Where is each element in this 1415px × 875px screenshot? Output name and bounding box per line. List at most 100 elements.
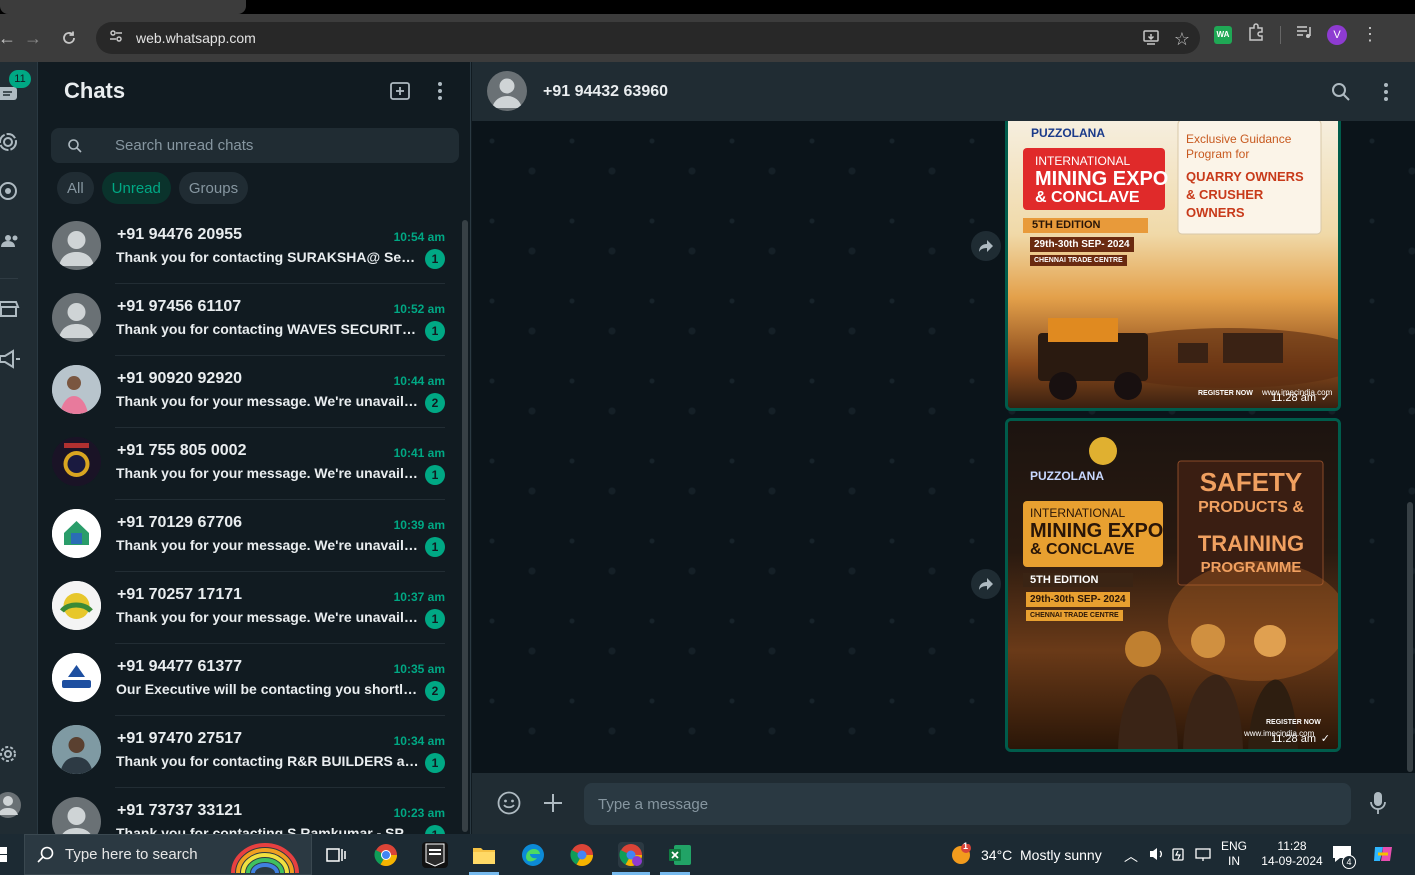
- start-windows-icon[interactable]: [0, 847, 8, 868]
- filter-chip-groups[interactable]: Groups: [178, 172, 249, 204]
- search-highlight-rainbow-icon: [231, 843, 299, 874]
- attach-plus-icon[interactable]: [542, 792, 564, 819]
- unread-badge: 1: [425, 249, 445, 269]
- channels-icon[interactable]: [0, 180, 22, 202]
- epic-games-icon[interactable]: [422, 842, 448, 868]
- weather-text[interactable]: Mostly sunny: [1020, 847, 1102, 863]
- wa-extension-icon[interactable]: WA: [1214, 25, 1232, 44]
- search-messages-icon[interactable]: [1331, 82, 1351, 107]
- profile-avatar-icon[interactable]: [0, 791, 24, 819]
- conversation-header[interactable]: +91 94432 63960: [472, 62, 1415, 121]
- business-tools-icon[interactable]: [0, 298, 22, 320]
- poster-side-big1: SAFETY: [1199, 467, 1303, 497]
- chat-list-item[interactable]: +91 755 805 0002 10:41 am Thank you for …: [39, 428, 459, 500]
- unread-count-badge: 11: [9, 70, 31, 88]
- chat-name: +91 97470 27517: [117, 730, 243, 747]
- chat-time: 10:44 am: [393, 374, 445, 388]
- contact-avatar[interactable]: [487, 71, 527, 111]
- conversation-scrollbar[interactable]: [1407, 502, 1413, 772]
- volume-icon[interactable]: [1149, 846, 1165, 867]
- sent-check-icon: ✓: [1320, 392, 1330, 404]
- input-language[interactable]: ENG IN: [1219, 839, 1249, 869]
- edge-icon[interactable]: [520, 842, 546, 868]
- filter-chip-unread[interactable]: Unread: [101, 172, 171, 204]
- default-avatar: [52, 293, 101, 342]
- chrome-profile-icon[interactable]: [569, 842, 595, 868]
- forward-icon[interactable]: [971, 231, 1001, 261]
- sidebar-menu-icon[interactable]: [437, 80, 443, 107]
- browser-menu-icon[interactable]: ⋮: [1361, 24, 1379, 45]
- chat-list-item[interactable]: +91 90920 92920 10:44 am Thank you for y…: [39, 356, 459, 428]
- emoji-icon[interactable]: [497, 791, 521, 820]
- chat-list-item[interactable]: +91 94477 61377 10:35 am Our Executive w…: [39, 644, 459, 716]
- status-icon[interactable]: [0, 131, 22, 153]
- chat-list-scrollbar[interactable]: [462, 220, 468, 832]
- settings-gear-icon[interactable]: [0, 743, 22, 765]
- taskbar-search[interactable]: Type here to search: [24, 834, 312, 875]
- task-view-icon[interactable]: [323, 842, 349, 868]
- logo-avatar: [52, 437, 101, 486]
- site-info-icon[interactable]: [108, 28, 124, 49]
- image-message[interactable]: PUZZOLANA INTERNATIONAL MINING EXPO & CO…: [1005, 121, 1341, 411]
- poster-event-sub: & CONCLAVE: [1035, 189, 1140, 206]
- broadcast-icon[interactable]: [0, 348, 22, 370]
- chat-list-item[interactable]: +91 73737 33121 10:23 am Thank you for c…: [39, 788, 459, 834]
- chat-list-item[interactable]: +91 70129 67706 10:39 am Thank you for y…: [39, 500, 459, 572]
- forward-icon[interactable]: [971, 569, 1001, 599]
- chat-preview: Thank you for contacting WAVES SECURITY …: [116, 321, 419, 337]
- poster-brand: PUZZOLANA: [1031, 126, 1105, 140]
- browser-tab-active[interactable]: [0, 0, 246, 14]
- chat-time: 10:52 am: [393, 302, 445, 316]
- chat-list-item[interactable]: +91 94476 20955 10:54 am Thank you for c…: [39, 212, 459, 284]
- lang-bottom: IN: [1228, 854, 1240, 868]
- tray-chevron-up-icon[interactable]: ︿: [1124, 846, 1138, 866]
- chat-list-item[interactable]: +91 70257 17171 10:37 am Thank you for y…: [39, 572, 459, 644]
- microphone-icon[interactable]: [1369, 791, 1387, 820]
- clock[interactable]: 11:28 14-09-2024: [1256, 839, 1328, 869]
- reload-icon[interactable]: [54, 23, 84, 53]
- contact-name[interactable]: +91 94432 63960: [543, 83, 668, 101]
- bookmark-star-icon[interactable]: ☆: [1174, 29, 1190, 50]
- unread-badge: 2: [425, 393, 445, 413]
- chat-time: 10:23 am: [393, 806, 445, 820]
- message-input[interactable]: [584, 783, 1351, 825]
- url-text[interactable]: web.whatsapp.com: [136, 30, 256, 46]
- install-app-icon[interactable]: [1142, 28, 1160, 51]
- chat-list-item[interactable]: +91 97470 27517 10:34 am Thank you for c…: [39, 716, 459, 788]
- conversation-menu-icon[interactable]: [1383, 82, 1389, 107]
- copilot-icon[interactable]: [1372, 843, 1394, 870]
- chrome-taskbar-icon[interactable]: [373, 842, 399, 868]
- chat-list-item[interactable]: +91 97456 61107 10:52 am Thank you for c…: [39, 284, 459, 356]
- excel-icon[interactable]: [667, 842, 693, 868]
- communities-icon[interactable]: [0, 230, 22, 252]
- search-icon[interactable]: [67, 138, 83, 154]
- unread-badge: 1: [425, 321, 445, 341]
- network-icon[interactable]: [1194, 846, 1212, 867]
- nav-rail: 11: [0, 62, 38, 834]
- battery-plug-icon[interactable]: [1171, 846, 1185, 867]
- media-control-icon[interactable]: [1295, 23, 1313, 46]
- poster-dates: 29th-30th SEP- 2024: [1026, 592, 1130, 607]
- image-message[interactable]: PUZZOLANA INTERNATIONAL MINING EXPO & CO…: [1005, 418, 1341, 752]
- unread-badge: 2: [425, 681, 445, 701]
- address-bar[interactable]: web.whatsapp.com ☆: [96, 22, 1200, 54]
- clock-date: 14-09-2024: [1261, 854, 1323, 868]
- filter-chip-all[interactable]: All: [57, 172, 94, 204]
- poster-event-top: INTERNATIONAL: [1035, 154, 1131, 168]
- default-avatar: [52, 797, 101, 834]
- weather-temp[interactable]: 34°C: [981, 847, 1012, 863]
- chat-preview: Thank you for your message. We're unavai…: [116, 393, 419, 409]
- weather-icon[interactable]: [950, 843, 972, 871]
- new-chat-icon[interactable]: [389, 80, 411, 107]
- lang-top: ENG: [1220, 839, 1247, 853]
- weather-badge: 1: [963, 841, 969, 851]
- file-explorer-icon[interactable]: [471, 842, 497, 868]
- sent-check-icon: ✓: [1320, 733, 1330, 745]
- chat-preview: Thank you for your message. We're unavai…: [116, 465, 419, 481]
- profile-avatar[interactable]: V: [1327, 24, 1347, 45]
- extensions-puzzle-icon[interactable]: [1246, 22, 1266, 47]
- poster-edition: 5TH EDITION: [1030, 574, 1099, 586]
- forward-icon[interactable]: →: [18, 23, 48, 53]
- chrome-active-window-icon[interactable]: [618, 842, 644, 868]
- search-input[interactable]: [115, 137, 415, 154]
